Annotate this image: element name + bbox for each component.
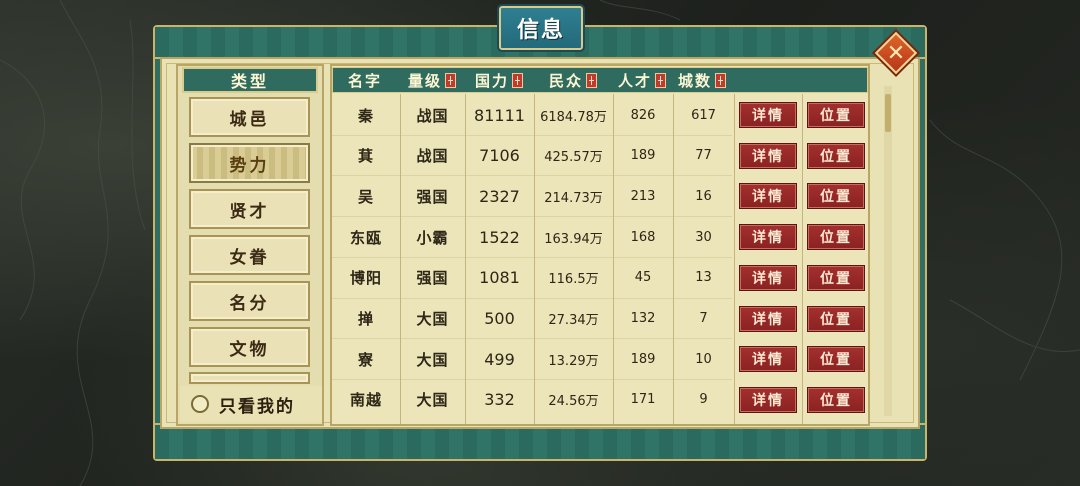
sort-population-icon[interactable] [586, 72, 598, 88]
header-population: 民众 [549, 67, 598, 93]
column-divider [734, 94, 735, 424]
cell-cities: 7 [699, 311, 708, 326]
sort-talent-icon[interactable] [655, 72, 667, 88]
cell-population: 116.5万 [548, 272, 599, 288]
only-mine-toggle[interactable]: 只看我的 [180, 386, 322, 422]
header-cities: 城数 [678, 67, 727, 93]
column-divider [802, 94, 803, 424]
sort-power-icon[interactable] [512, 72, 524, 88]
category-artifact[interactable]: 文物 [189, 327, 310, 367]
detail-button[interactable]: 详情 [739, 102, 797, 128]
header-talent-label: 人才 [618, 71, 653, 90]
header-power: 国力 [475, 67, 524, 93]
cell-talent: 171 [630, 392, 656, 408]
cell-talent: 132 [630, 311, 656, 326]
cell-talent: 213 [630, 188, 656, 204]
header-name: 名字 [348, 67, 382, 93]
cell-power: 7106 [479, 146, 520, 166]
cell-cities: 9 [699, 392, 708, 408]
detail-button[interactable]: 详情 [739, 264, 797, 291]
cell-rank: 大国 [416, 350, 449, 369]
dialog-title: 信息 [497, 4, 585, 52]
category-women[interactable]: 女眷 [189, 235, 310, 275]
cell-talent: 826 [630, 107, 656, 123]
location-button[interactable]: 位置 [807, 183, 865, 210]
cell-name: 掸 [357, 310, 374, 328]
location-button[interactable]: 位置 [807, 142, 865, 169]
table-scrollbar[interactable] [884, 86, 892, 416]
cell-rank: 战国 [416, 147, 449, 166]
sort-cities-icon[interactable] [715, 72, 727, 88]
cell-power: 332 [484, 390, 515, 410]
close-button[interactable]: ✕ [874, 31, 918, 75]
header-power-label: 国力 [475, 71, 510, 90]
location-button[interactable]: 位置 [807, 386, 865, 413]
cell-rank: 大国 [416, 310, 449, 328]
cell-power: 81111 [474, 105, 525, 125]
cell-population: 13.29万 [548, 353, 599, 369]
cell-rank: 小霸 [416, 228, 449, 247]
category-title[interactable]: 名分 [189, 281, 310, 321]
cell-name: 吴 [357, 187, 374, 206]
cell-cities: 30 [695, 229, 712, 245]
category-header: 类型 [182, 67, 318, 93]
location-button[interactable]: 位置 [807, 346, 865, 373]
cell-talent: 45 [634, 270, 652, 286]
category-next-partial[interactable] [189, 372, 310, 384]
header-talent: 人才 [618, 67, 667, 93]
cell-name: 南越 [349, 391, 382, 410]
cell-power: 1522 [479, 227, 520, 247]
location-button[interactable]: 位置 [807, 264, 865, 291]
cell-population: 163.94万 [544, 231, 603, 247]
detail-button[interactable]: 详情 [739, 386, 797, 413]
only-mine-label: 只看我的 [219, 396, 295, 417]
cell-cities: 16 [695, 188, 712, 204]
cell-population: 27.34万 [548, 313, 599, 328]
category-talent[interactable]: 贤才 [189, 189, 310, 229]
close-icon: ✕ [886, 40, 906, 66]
header-rank-label: 量级 [408, 71, 443, 90]
location-button[interactable]: 位置 [807, 224, 865, 251]
cell-name: 寮 [357, 350, 374, 369]
detail-button[interactable]: 详情 [739, 346, 797, 373]
cell-cities: 77 [695, 148, 712, 164]
cell-population: 214.73万 [544, 190, 603, 206]
header-name-label: 名字 [348, 71, 383, 90]
radio-icon[interactable] [191, 395, 209, 413]
cell-name: 秦 [357, 106, 374, 125]
cell-talent: 189 [630, 351, 656, 367]
cell-talent: 168 [630, 229, 656, 245]
cell-power: 2327 [479, 186, 520, 206]
cell-name: 博阳 [349, 269, 382, 288]
cell-population: 24.56万 [548, 394, 599, 410]
header-cities-label: 城数 [678, 71, 713, 90]
category-city[interactable]: 城邑 [189, 97, 310, 137]
header-population-label: 民众 [549, 71, 584, 90]
cell-name: 东瓯 [349, 228, 382, 247]
location-button[interactable]: 位置 [807, 305, 865, 332]
cell-name: 萁 [357, 147, 374, 166]
cell-population: 425.57万 [544, 150, 603, 166]
cell-power: 499 [484, 349, 515, 369]
cell-rank: 强国 [416, 269, 449, 288]
detail-button[interactable]: 详情 [739, 224, 797, 251]
cell-cities: 13 [695, 270, 712, 286]
cell-power: 500 [484, 309, 515, 328]
category-faction[interactable]: 势力 [189, 143, 310, 183]
scrollbar-thumb[interactable] [885, 94, 891, 132]
cell-talent: 189 [630, 148, 656, 164]
detail-button[interactable]: 详情 [739, 305, 797, 332]
cell-cities: 10 [695, 351, 712, 367]
cell-cities: 617 [691, 107, 716, 123]
location-button[interactable]: 位置 [807, 102, 865, 128]
cell-power: 1081 [479, 268, 520, 288]
cell-rank: 大国 [416, 391, 449, 410]
sort-rank-icon[interactable] [445, 72, 457, 88]
detail-button[interactable]: 详情 [739, 142, 797, 169]
detail-button[interactable]: 详情 [739, 183, 797, 210]
cell-population: 6184.78万 [540, 109, 607, 125]
header-rank: 量级 [408, 67, 457, 93]
cell-rank: 强国 [416, 187, 449, 206]
cell-rank: 战国 [416, 106, 449, 125]
